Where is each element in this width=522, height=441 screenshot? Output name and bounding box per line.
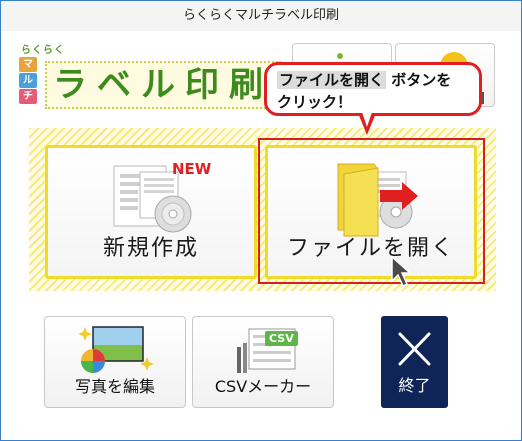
window-title: らくらくマルチラベル印刷	[182, 8, 339, 23]
callout-text: ボタンを	[386, 71, 452, 89]
exit-button[interactable]: 終了	[381, 316, 448, 408]
mouse-cursor-icon	[391, 255, 412, 288]
exit-label: 終了	[398, 376, 431, 395]
new-document-icon	[113, 165, 192, 233]
instruction-callout: ファイルを開く ボタンを クリック！	[264, 62, 482, 116]
new-document-button[interactable]: NEW 新規作成	[45, 145, 257, 279]
logo-box-ma: マ	[19, 57, 37, 72]
csv-maker-button[interactable]: CSV CSVメーカー	[192, 316, 334, 408]
logo-small-text: らくらく	[21, 45, 65, 56]
new-document-label: 新規作成	[102, 236, 199, 261]
csv-maker-label: CSVメーカー	[214, 377, 312, 396]
logo-box-ru: ル	[19, 73, 37, 88]
photo-edit-label: 写真を編集	[74, 377, 155, 396]
callout-tail-inner	[362, 112, 372, 127]
callout-highlight: ファイルを開く	[277, 71, 387, 89]
title-bar: らくらくマルチラベル印刷	[1, 1, 521, 31]
logo-vertical-boxes: マ ル チ	[19, 57, 41, 105]
callout-line2: クリック！	[277, 93, 353, 111]
close-icon	[398, 332, 431, 366]
csv-badge: CSV	[265, 331, 298, 346]
open-file-button[interactable]: ファイルを開く	[265, 145, 477, 279]
new-badge: NEW	[172, 160, 212, 178]
open-file-label: ファイルを開く	[286, 236, 455, 261]
logo-box-chi: チ	[19, 89, 37, 104]
app-window: らくらくマルチラベル印刷 らくらく マ ル チ ラベル印刷 NEW 新規作成 フ…	[0, 0, 522, 441]
app-logo: らくらく マ ル チ ラベル印刷	[19, 41, 281, 109]
logo-main-text: ラベル印刷	[45, 61, 281, 109]
photo-edit-button[interactable]: 写真を編集	[44, 316, 186, 408]
